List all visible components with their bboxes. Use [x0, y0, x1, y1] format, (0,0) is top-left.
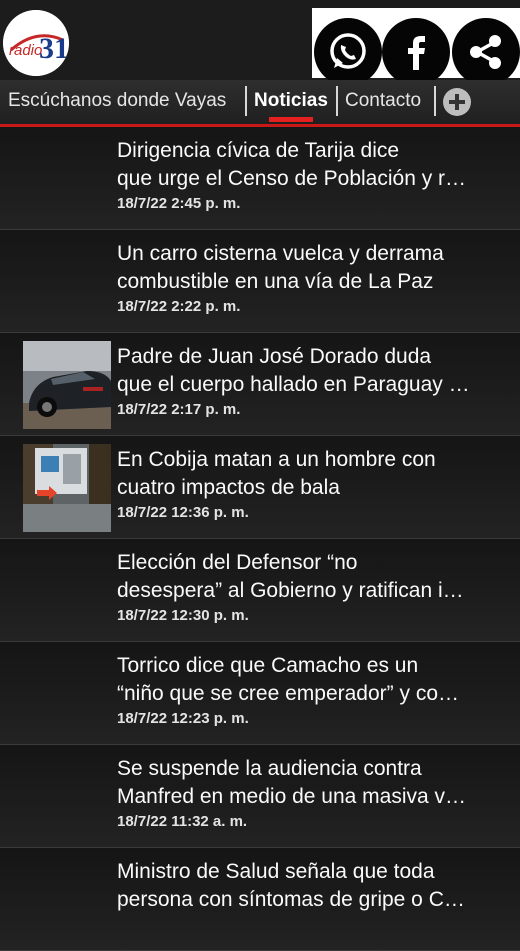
radio-31-logo[interactable]: radio 31 — [3, 10, 69, 76]
news-list[interactable]: Dirigencia cívica de Tarija dice que urge… — [0, 127, 520, 951]
news-title: Ministro de Salud señala que toda persona… — [117, 860, 465, 911]
svg-text:radio: radio — [9, 42, 42, 59]
tab-escuchanos[interactable]: Escúchanos donde Vayas — [8, 88, 226, 114]
news-item[interactable]: Un carro cisterna vuelca y derrama combus… — [0, 230, 520, 333]
active-tab-indicator — [269, 117, 313, 122]
svg-text:31: 31 — [39, 32, 69, 65]
tab-separator — [336, 86, 338, 116]
news-item[interactable]: Dirigencia cívica de Tarija dice que urge… — [0, 127, 520, 230]
news-item[interactable]: Se suspende la audiencia contra Manfred e… — [0, 745, 520, 848]
news-title: Se suspende la audiencia contra Manfred e… — [117, 757, 467, 808]
news-item[interactable]: Elección del Defensor “no desespera” al G… — [0, 539, 520, 642]
news-date: 18/7/22 12:23 p. m. — [117, 710, 249, 727]
news-date: 18/7/22 12:36 p. m. — [117, 504, 249, 521]
news-title: Un carro cisterna vuelca y derrama combus… — [117, 242, 444, 293]
tab-bar: Escúchanos donde Vayas Noticias Contacto — [0, 80, 520, 124]
whatsapp-icon[interactable] — [314, 18, 382, 86]
social-share-panel — [312, 8, 520, 86]
tab-contacto[interactable]: Contacto — [345, 88, 421, 114]
news-item[interactable]: En Cobija matan a un hombre con cuatro im… — [0, 436, 520, 539]
news-date: 18/7/22 2:22 p. m. — [117, 298, 241, 315]
news-date: 18/7/22 2:45 p. m. — [117, 195, 241, 212]
logo-graphic: radio 31 — [3, 10, 69, 76]
tab-noticias[interactable]: Noticias — [254, 88, 328, 114]
news-title: Padre de Juan José Dorado duda que el cue… — [117, 345, 470, 396]
news-title: Elección del Defensor “no desespera” al G… — [117, 551, 464, 602]
news-item[interactable]: Padre de Juan José Dorado duda que el cue… — [0, 333, 520, 436]
news-date: 18/7/22 11:32 a. m. — [117, 813, 248, 830]
street-photo-thumbnail — [23, 444, 111, 532]
news-date: 18/7/22 12:30 p. m. — [117, 607, 249, 624]
facebook-icon[interactable] — [382, 18, 450, 86]
news-title: En Cobija matan a un hombre con cuatro im… — [117, 448, 436, 499]
share-icon[interactable] — [452, 18, 520, 86]
tab-separator — [434, 86, 436, 116]
news-item[interactable]: Torrico dice que Camacho es un “niño que … — [0, 642, 520, 745]
news-date: 18/7/22 2:17 p. m. — [117, 401, 241, 418]
tab-separator — [245, 86, 247, 116]
plus-circle-icon[interactable] — [443, 88, 471, 116]
car-photo-thumbnail — [23, 341, 111, 429]
news-title: Torrico dice que Camacho es un “niño que … — [117, 654, 459, 705]
news-title: Dirigencia cívica de Tarija dice que urge… — [117, 139, 467, 190]
app-header: radio 31 — [0, 0, 520, 86]
